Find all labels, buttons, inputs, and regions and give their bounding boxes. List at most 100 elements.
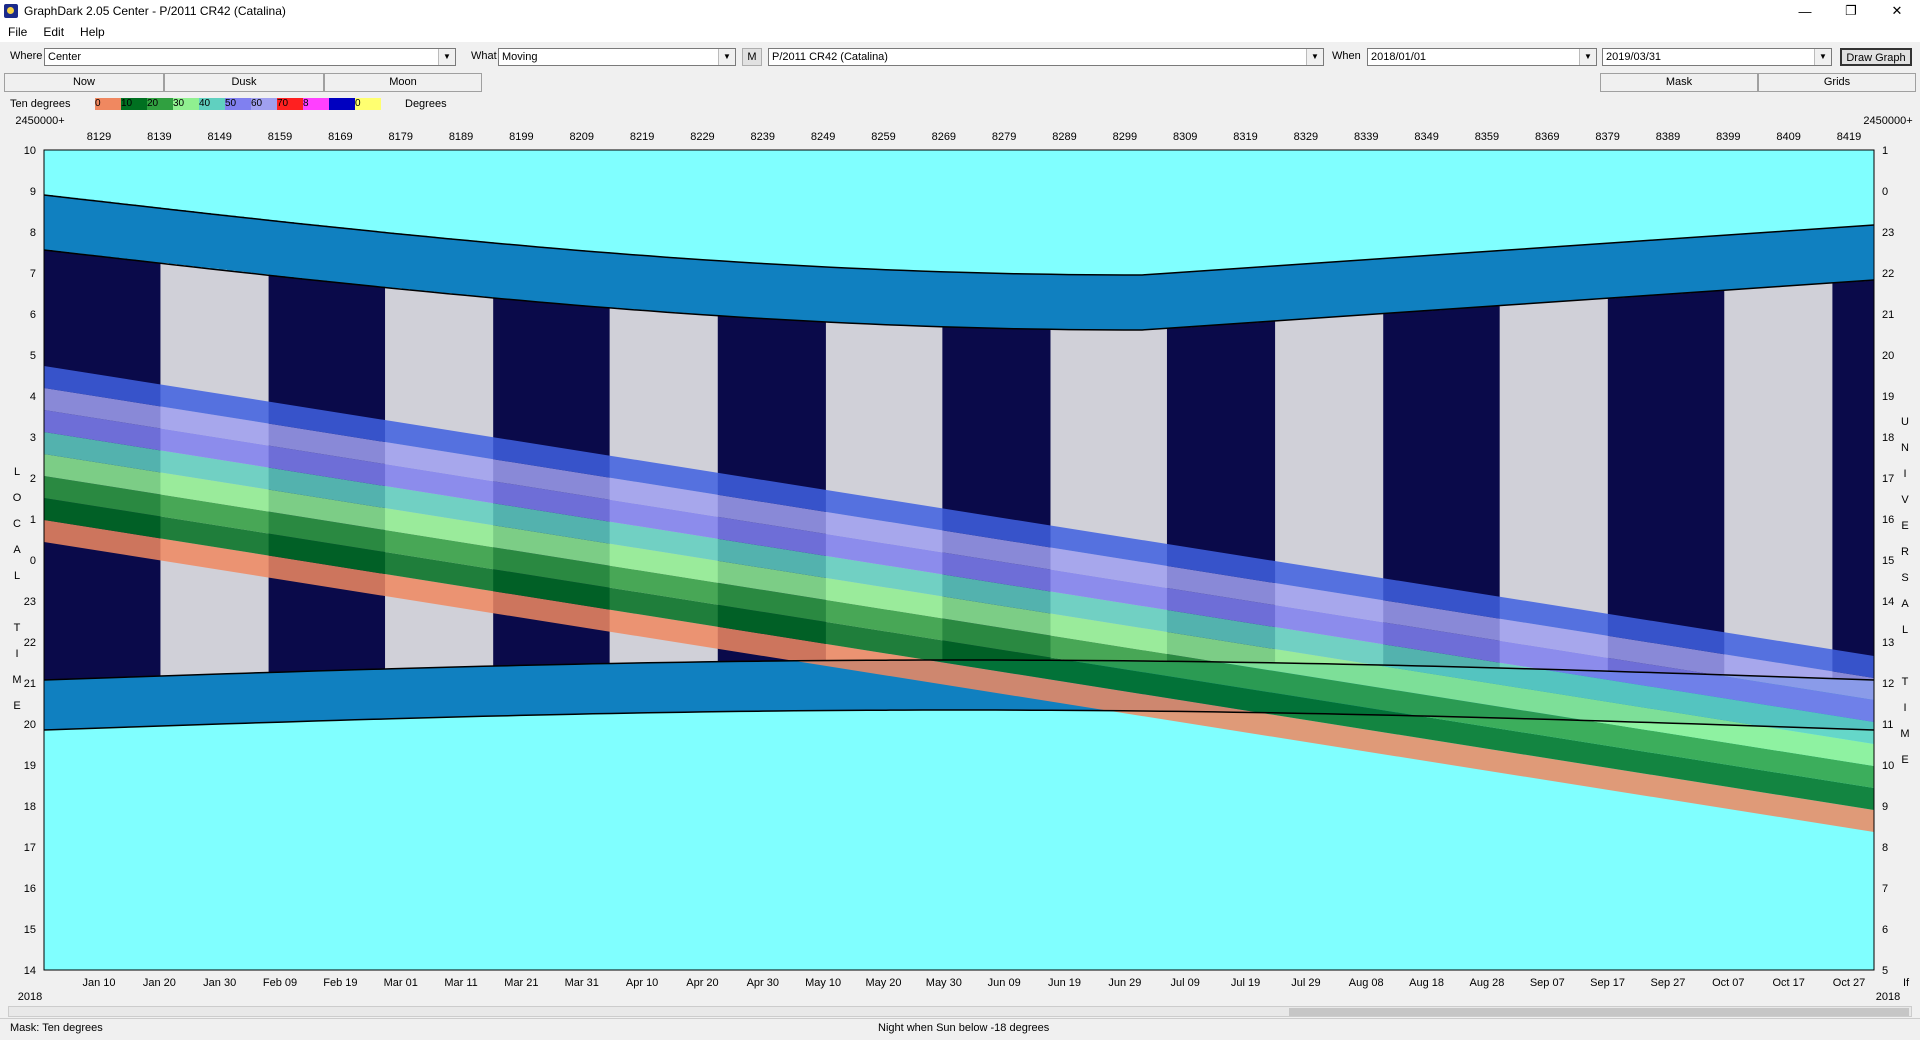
twilight-band	[909, 270, 918, 326]
twilight-band	[102, 678, 112, 729]
twilight-band	[1333, 261, 1343, 317]
maximize-button[interactable]: ❐	[1828, 0, 1874, 22]
twilight-band	[1641, 240, 1650, 296]
mask-button[interactable]: Mask	[1600, 73, 1758, 92]
twilight-band	[44, 680, 53, 730]
twilight-band	[576, 250, 586, 306]
scrollbar-thumb[interactable]	[1289, 1008, 1909, 1016]
night-stripe	[1649, 295, 1659, 673]
twilight-band	[792, 265, 802, 321]
twilight-band	[825, 660, 835, 711]
twilight-band	[568, 664, 577, 715]
twilight-band	[368, 230, 378, 286]
twilight-band	[243, 217, 253, 273]
jd-tick-label: 8189	[449, 131, 473, 143]
menu-file[interactable]: File	[0, 25, 35, 39]
chevron-down-icon[interactable]: ▼	[1579, 49, 1596, 65]
twilight-band	[1499, 250, 1509, 306]
twilight-band	[1366, 259, 1376, 315]
local-time-tick: 22	[24, 637, 36, 649]
universal-time-tick: 9	[1882, 801, 1888, 813]
menu-help[interactable]: Help	[72, 25, 113, 39]
universal-time-tick: 20	[1882, 350, 1894, 362]
twilight-band	[1765, 232, 1775, 288]
date-tick-label: Aug 08	[1349, 977, 1384, 989]
chevron-down-icon[interactable]: ▼	[438, 49, 455, 65]
universal-time-tick: 0	[1882, 186, 1888, 198]
now-button[interactable]: Now	[4, 73, 164, 92]
m-button[interactable]: M	[742, 48, 762, 66]
universal-time-tick: 21	[1882, 309, 1894, 321]
twilight-band	[983, 272, 993, 328]
twilight-band	[825, 266, 835, 322]
twilight-band	[509, 244, 519, 300]
twilight-band	[1566, 246, 1576, 302]
twilight-band	[726, 261, 735, 317]
local-time-tick: 19	[24, 760, 36, 772]
local-time-axis-letter: I	[15, 648, 18, 660]
dusk-button[interactable]: Dusk	[164, 73, 324, 92]
twilight-band	[659, 662, 669, 713]
grids-button[interactable]: Grids	[1758, 73, 1916, 92]
twilight-band	[143, 676, 153, 727]
chevron-down-icon[interactable]: ▼	[718, 49, 735, 65]
minimize-button[interactable]: —	[1782, 0, 1828, 22]
when-start-select[interactable]: 2018/01/01 ▼	[1367, 48, 1597, 66]
date-tick-label: Jul 09	[1171, 977, 1200, 989]
what-select[interactable]: Moving ▼	[498, 48, 736, 66]
twilight-band	[1291, 264, 1301, 320]
twilight-band	[102, 201, 112, 257]
twilight-band	[127, 677, 136, 728]
universal-time-axis-letter: V	[1901, 494, 1909, 506]
twilight-band	[135, 676, 145, 727]
date-tick-label: Mar 21	[504, 977, 538, 989]
twilight-band	[593, 663, 602, 714]
twilight-band	[1200, 271, 1210, 327]
night-stripe	[1715, 290, 1725, 675]
jd-tick-label: 8369	[1535, 131, 1559, 143]
twilight-band	[992, 273, 1002, 329]
twilight-band	[326, 226, 336, 282]
twilight-band	[1108, 274, 1118, 330]
twilight-band	[251, 218, 261, 274]
twilight-band	[684, 258, 694, 314]
legend-swatch: 20	[147, 98, 173, 110]
where-select[interactable]: Center ▼	[44, 48, 456, 66]
twilight-band	[443, 667, 453, 718]
twilight-band	[77, 678, 87, 729]
twilight-band	[1807, 229, 1817, 285]
night-stripe	[1790, 285, 1800, 678]
date-tick-label: Apr 20	[686, 977, 718, 989]
horizontal-scrollbar[interactable]	[8, 1006, 1912, 1017]
twilight-band	[318, 225, 328, 281]
moon-button[interactable]: Moon	[324, 73, 482, 92]
night-stripe	[1840, 282, 1850, 679]
twilight-band	[1458, 253, 1467, 309]
twilight-band	[1857, 226, 1867, 282]
object-select[interactable]: P/2011 CR42 (Catalina) ▼	[768, 48, 1324, 66]
twilight-band	[177, 210, 186, 266]
jd-tick-label: 8179	[388, 131, 412, 143]
twilight-band	[667, 662, 677, 713]
local-time-tick: 21	[24, 678, 36, 690]
close-button[interactable]: ✕	[1874, 0, 1920, 22]
twilight-band	[1749, 233, 1759, 289]
chevron-down-icon[interactable]: ▼	[1814, 49, 1831, 65]
universal-time-axis-letter: I	[1903, 468, 1906, 480]
menu-bar: File Edit Help	[0, 22, 1920, 42]
twilight-band	[1383, 258, 1393, 314]
date-tick-label: Mar 01	[384, 977, 418, 989]
twilight-band	[1117, 274, 1126, 330]
menu-edit[interactable]: Edit	[35, 25, 72, 39]
twilight-band	[1166, 273, 1176, 329]
twilight-band	[1599, 243, 1609, 299]
twilight-band	[1358, 260, 1368, 316]
twilight-band	[792, 660, 802, 711]
twilight-band	[1849, 226, 1858, 282]
twilight-band	[551, 664, 561, 715]
twilight-band	[434, 237, 444, 293]
twilight-band	[468, 240, 478, 296]
when-end-select[interactable]: 2019/03/31 ▼	[1602, 48, 1832, 66]
draw-graph-button[interactable]: Draw Graph	[1840, 48, 1912, 66]
chevron-down-icon[interactable]: ▼	[1306, 49, 1323, 65]
